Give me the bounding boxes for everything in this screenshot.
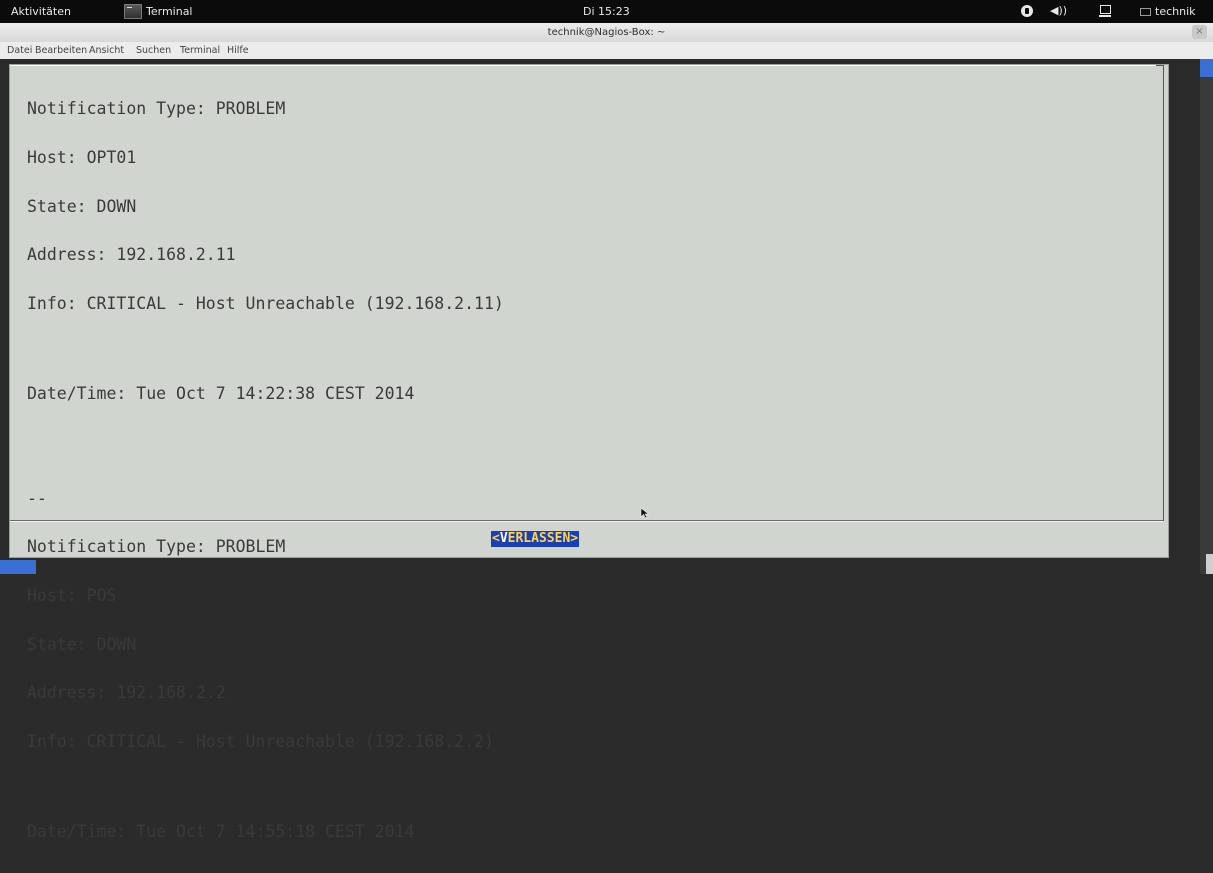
accessibility-icon[interactable] — [1020, 4, 1034, 18]
clock[interactable]: Di 15:23 — [583, 5, 630, 18]
info-line: Info: CRITICAL - Host Unreachable (192.1… — [27, 731, 494, 751]
terminal-app-icon — [124, 4, 142, 19]
app-menu-label: Terminal — [146, 5, 193, 18]
dialog-corner — [1156, 65, 1164, 66]
dialog-border-top — [10, 65, 1163, 66]
host-line: Host: OPT01 — [27, 148, 137, 167]
terminal-margin — [0, 59, 9, 574]
notification-type-line: Notification Type: PROBLEM — [27, 99, 286, 119]
exit-bracket-open: < — [492, 531, 500, 546]
activities-button[interactable]: Aktivitäten — [11, 5, 71, 18]
user-menu[interactable]: technik — [1140, 5, 1196, 18]
datetime-line: Date/Time: Tue Oct 7 14:22:38 CEST 2014 — [27, 383, 415, 403]
app-menu[interactable]: Terminal — [124, 3, 193, 20]
scrollbar-handle-bottom[interactable] — [1206, 554, 1213, 574]
mouse-pointer-icon — [640, 507, 650, 519]
exit-button[interactable]: <VERLASSEN> — [491, 531, 580, 547]
state-line: State: DOWN — [27, 634, 137, 654]
scrollbar-thumb[interactable] — [1200, 59, 1213, 77]
info-line: Info: CRITICAL - Host Unreachable (192.1… — [27, 293, 504, 313]
terminal-status-marker — [0, 560, 36, 574]
terminal-area[interactable]: Notification Type: PROBLEM Host: OPT01 S… — [0, 59, 1200, 840]
exit-bracket-close: > — [570, 531, 579, 546]
notification-type-line: Notification Type: PROBLEM — [27, 537, 286, 557]
state-line: State: DOWN — [27, 196, 137, 216]
exit-label: ERLASSEN — [507, 531, 571, 546]
dialog-separator-highlight — [10, 521, 1163, 522]
top-bar: Aktivitäten Terminal Di 15:23 ◀)) techni… — [0, 0, 1213, 23]
message-separator: -- — [27, 488, 47, 508]
message-text[interactable]: Notification Type: PROBLEM Host: OPT01 S… — [10, 69, 1160, 840]
dialog-border-right — [1163, 65, 1164, 521]
address-line: Address: 192.168.2.2 — [27, 683, 226, 703]
window-title: technik@Nagios-Box: ~ — [547, 27, 666, 38]
user-name: technik — [1155, 5, 1196, 18]
address-line: Address: 192.168.2.11 — [27, 245, 236, 265]
user-status-icon — [1140, 7, 1151, 16]
network-icon[interactable] — [1098, 4, 1112, 18]
menu-bearbeiten[interactable]: Bearbeiten — [35, 45, 87, 56]
menu-terminal[interactable]: Terminal — [180, 45, 220, 56]
menu-hilfe[interactable]: Hilfe — [227, 45, 249, 56]
volume-icon[interactable]: ◀)) — [1050, 4, 1067, 18]
menu-datei[interactable]: Datei — [7, 45, 32, 56]
menu-suchen[interactable]: Suchen — [136, 45, 171, 56]
datetime-line: Date/Time: Tue Oct 7 14:55:18 CEST 2014 — [27, 821, 415, 841]
menu-ansicht[interactable]: Ansicht — [89, 45, 124, 56]
menu-bar: Datei Bearbeiten Ansicht Suchen Terminal… — [0, 42, 1213, 60]
close-button[interactable]: × — [1192, 25, 1207, 39]
exit-hotkey: V — [499, 531, 508, 546]
scrollbar[interactable] — [1200, 59, 1213, 574]
message-dialog: Notification Type: PROBLEM Host: OPT01 S… — [9, 64, 1169, 840]
host-line: Host: POS — [27, 585, 117, 605]
window-titlebar[interactable]: technik@Nagios-Box: ~ × — [0, 23, 1213, 43]
